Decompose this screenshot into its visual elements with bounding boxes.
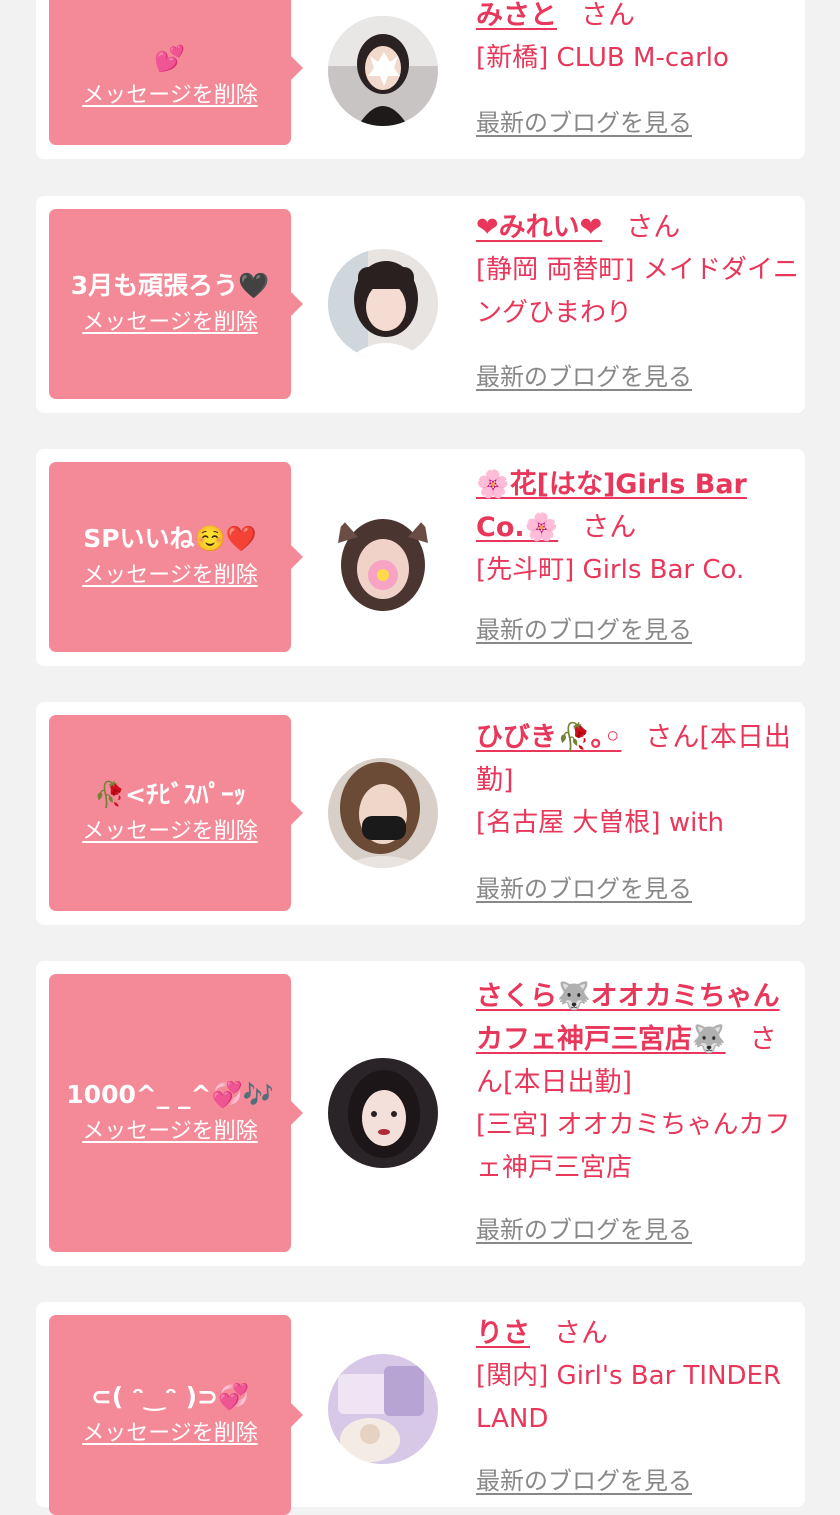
avatar-photo-icon [328, 507, 438, 617]
cast-info: ひびき🥀｡◦ さん[本日出勤] [名古屋 大曽根] with [476, 716, 800, 845]
delete-message-link[interactable]: メッセージを削除 [82, 1117, 258, 1147]
message-bubble: 💕 メッセージを削除 [49, 0, 303, 145]
avatar[interactable] [328, 1354, 438, 1464]
avatar-photo-icon [328, 249, 438, 359]
avatar[interactable] [328, 1058, 438, 1168]
cast-info: りさ さん [関内] Girl's Bar TINDER LAND [476, 1312, 800, 1441]
latest-blog-link[interactable]: 最新のブログを見る [476, 613, 692, 647]
message-text: 💕 [154, 43, 186, 73]
avatar-photo-icon [328, 1354, 438, 1464]
shop-name: [三宮] オオカミちゃんカフェ神戸三宮店 [476, 1110, 791, 1183]
delete-message-link[interactable]: メッセージを削除 [82, 81, 258, 111]
latest-blog-link[interactable]: 最新のブログを見る [476, 1213, 692, 1247]
message-text: SPいいね☺️❤️ [83, 524, 257, 553]
honorific-label: さん [645, 722, 700, 753]
avatar[interactable] [328, 758, 438, 868]
list-item: ⊂( ᵔ‿ᵔ )⊃💞 メッセージを削除 りさ さん [関内] Girl's Bar… [36, 1302, 805, 1515]
latest-blog-link[interactable]: 最新のブログを見る [476, 360, 692, 394]
avatar[interactable] [328, 249, 438, 359]
avatar-photo-icon [328, 1058, 438, 1168]
avatar[interactable] [328, 16, 438, 126]
cast-name-link[interactable]: みさと [476, 0, 557, 31]
message-text: 🥀<ﾁﾋﾞｽﾊﾟｰｯ [93, 780, 247, 809]
cast-info: ❤みれい❤ さん [静岡 両替町] メイドダイニングひまわり [476, 206, 800, 335]
message-bubble: ⊂( ᵔ‿ᵔ )⊃💞 メッセージを削除 [49, 1315, 303, 1515]
cast-name-link[interactable]: ❤みれい❤ [476, 212, 602, 243]
shop-name: [先斗町] Girls Bar Co. [476, 555, 745, 585]
message-bubble: 1000^_ _^💞🎶 メッセージを削除 [49, 974, 303, 1252]
status-suffix: [本日出勤] [503, 1067, 633, 1098]
message-text: 1000^_ _^💞🎶 [66, 1080, 274, 1109]
latest-blog-link[interactable]: 最新のブログを見る [476, 106, 692, 140]
cast-info: 🌸花[はな]Girls Bar Co.🌸 さん [先斗町] Girls Bar C… [476, 463, 800, 592]
shop-name: [新橋] CLUB M-carlo [476, 43, 729, 73]
cast-name-link[interactable]: さくら🐺オオカミちゃんカフェ神戸三宮店🐺 [476, 981, 780, 1055]
message-bubble: 🥀<ﾁﾋﾞｽﾊﾟｰｯ メッセージを削除 [49, 715, 303, 911]
delete-message-link[interactable]: メッセージを削除 [82, 561, 258, 591]
list-item: 🥀<ﾁﾋﾞｽﾊﾟｰｯ メッセージを削除 ひびき🥀｡◦ さん[本日出勤] [名古屋 … [36, 702, 805, 925]
shop-name: [静岡 両替町] メイドダイニングひまわり [476, 255, 799, 328]
avatar-photo-icon [328, 16, 438, 126]
honorific-label: さん [626, 212, 681, 243]
honorific-label: さん [582, 512, 637, 543]
list-item: SPいいね☺️❤️ メッセージを削除 🌸花[はな]Girls Bar Co.🌸 さ… [36, 449, 805, 666]
shop-name: [名古屋 大曽根] with [476, 808, 724, 838]
message-text: 3月も頑張ろう🖤 [70, 271, 270, 300]
cast-name-link[interactable]: りさ [476, 1318, 530, 1349]
message-bubble: 3月も頑張ろう🖤 メッセージを削除 [49, 209, 303, 399]
cast-info: さくら🐺オオカミちゃんカフェ神戸三宮店🐺 さん[本日出勤] [三宮] オオカミちゃ… [476, 975, 800, 1190]
list-item: 3月も頑張ろう🖤 メッセージを削除 ❤みれい❤ さん [静岡 両替町] メイドダイ… [36, 196, 805, 413]
list-item: 💕 メッセージを削除 みさと さん [新橋] CLUB M-carlo 最新のブロ… [36, 0, 805, 159]
avatar-photo-icon [328, 758, 438, 868]
shop-name: [関内] Girl's Bar TINDER LAND [476, 1361, 782, 1434]
honorific-label: さん [554, 1318, 608, 1349]
delete-message-link[interactable]: メッセージを削除 [82, 1419, 258, 1449]
latest-blog-link[interactable]: 最新のブログを見る [476, 1464, 692, 1498]
delete-message-link[interactable]: メッセージを削除 [82, 817, 258, 847]
delete-message-link[interactable]: メッセージを削除 [82, 308, 258, 338]
message-text: ⊂( ᵔ‿ᵔ )⊃💞 [90, 1382, 250, 1411]
cast-name-link[interactable]: ひびき🥀｡◦ [476, 722, 621, 753]
avatar[interactable] [328, 507, 438, 617]
cast-info: みさと さん [新橋] CLUB M-carlo [476, 0, 800, 80]
message-bubble: SPいいね☺️❤️ メッセージを削除 [49, 462, 303, 652]
latest-blog-link[interactable]: 最新のブログを見る [476, 872, 692, 906]
honorific-label: さん [581, 0, 635, 31]
list-item: 1000^_ _^💞🎶 メッセージを削除 さくら🐺オオカミちゃんカフェ神戸三宮店… [36, 961, 805, 1266]
